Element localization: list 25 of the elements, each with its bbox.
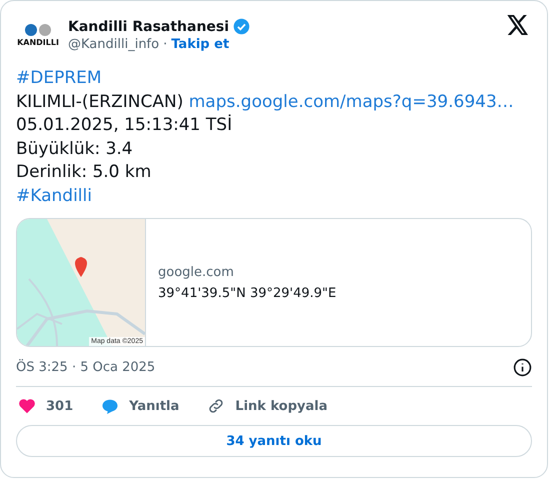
tweet-timestamp[interactable]: ÖS 3:25 · 5 Oca 2025 [16,360,156,375]
hashtag-link[interactable]: #Kandilli [16,186,92,206]
read-replies-button[interactable]: 34 yanıtı oku [16,425,532,457]
account-name: Kandilli Rasathanesi [68,18,230,34]
speech-bubble-icon [101,398,120,414]
link-domain: google.com [158,264,235,280]
account-handle: @Kandilli_info [68,37,160,52]
reply-button[interactable]: Yanıtla [101,397,180,415]
follow-link[interactable]: Takip et [171,37,230,52]
tweet-text: 05.01.2025, 15:13:41 TSİ [16,115,232,135]
logo-text: KANDILLI [17,38,59,47]
emblem-icon [23,23,53,37]
location-text: KILIMLI-(ERZINCAN) [16,92,184,112]
copy-link-button[interactable]: Link kopyala [207,397,328,415]
like-button[interactable]: 301 [18,397,74,415]
x-logo-icon[interactable] [507,15,529,35]
heart-icon [18,398,36,414]
tweet-text: Büyüklük: 3.4 [16,138,133,158]
map-link[interactable]: maps.google.com/maps?q=39.6943… [188,92,514,112]
separator-dot: · [163,37,168,52]
info-icon[interactable] [513,358,532,377]
tweet-text: Derinlik: 5.0 km [16,162,152,182]
link-title: 39°41'39.5"N 39°29'49.9"E [158,286,336,300]
link-icon [207,397,226,415]
hashtag-link[interactable]: #DEPREM [16,68,102,88]
